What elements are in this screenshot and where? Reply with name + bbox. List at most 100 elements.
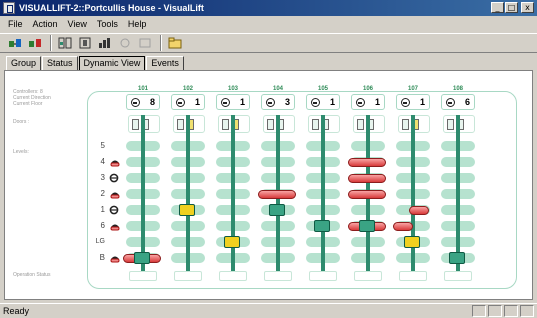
operation-status-box bbox=[399, 271, 427, 281]
car-column-106[interactable]: 106 1 bbox=[348, 71, 386, 301]
lift-car[interactable] bbox=[359, 220, 375, 232]
car-status-box[interactable]: 1 bbox=[306, 94, 340, 110]
floor-call-up-icon bbox=[109, 221, 121, 231]
status-pane bbox=[504, 305, 518, 317]
car-load: 1 bbox=[329, 97, 335, 107]
levels-label: Levels: bbox=[13, 149, 29, 155]
floor-label: 3 bbox=[100, 173, 105, 182]
direction-icon bbox=[401, 98, 410, 107]
direction-icon bbox=[221, 98, 230, 107]
tab-events[interactable]: Events bbox=[146, 56, 184, 70]
car-load: 1 bbox=[419, 97, 425, 107]
floor-label: 1 bbox=[100, 205, 105, 214]
car-call-6 bbox=[393, 222, 413, 231]
car-status-box[interactable]: 1 bbox=[351, 94, 385, 110]
operation-status-label: Operation Status bbox=[13, 272, 51, 278]
floor-label: 6 bbox=[100, 221, 105, 230]
car-status-box[interactable]: 6 bbox=[441, 94, 475, 110]
car-status-box[interactable]: 8 bbox=[126, 94, 160, 110]
lift-car[interactable] bbox=[224, 236, 240, 248]
disabled-icon bbox=[116, 35, 134, 51]
floor-label: 2 bbox=[100, 189, 105, 198]
door-icon bbox=[402, 119, 409, 130]
folder-icon[interactable] bbox=[166, 35, 184, 51]
car-column-104[interactable]: 104 3 bbox=[258, 71, 296, 301]
menu-help[interactable]: Help bbox=[123, 19, 152, 29]
direction-icon bbox=[356, 98, 365, 107]
lift-car[interactable] bbox=[314, 220, 330, 232]
door-icon bbox=[222, 119, 229, 130]
car-load: 6 bbox=[464, 97, 470, 107]
door-icon bbox=[177, 119, 184, 130]
status-panes bbox=[472, 305, 534, 317]
floor-call-up-icon bbox=[109, 189, 121, 199]
car-load: 8 bbox=[149, 97, 155, 107]
car-status-box[interactable]: 1 bbox=[171, 94, 205, 110]
minimize-button[interactable]: _ bbox=[491, 2, 504, 13]
car-column-103[interactable]: 103 1 bbox=[215, 71, 251, 301]
door-icon bbox=[267, 119, 274, 130]
title-bar: VISUALLIFT-2::Portcullis House - VisualL… bbox=[0, 0, 537, 16]
car-column-105[interactable]: 105 1 bbox=[305, 71, 341, 301]
lift-shaft bbox=[456, 115, 460, 271]
lift-car[interactable] bbox=[404, 236, 420, 248]
toolbar-separator bbox=[50, 35, 52, 51]
car-status-box[interactable]: 3 bbox=[261, 94, 295, 110]
blank-icon bbox=[136, 35, 154, 51]
current-floor-label: Current Floor bbox=[13, 101, 43, 107]
maximize-button[interactable]: □ bbox=[505, 2, 518, 13]
lift-car[interactable] bbox=[179, 204, 195, 216]
toolbar-separator bbox=[160, 35, 162, 51]
car-status-box[interactable]: 1 bbox=[396, 94, 430, 110]
floor-label: LG bbox=[95, 238, 105, 245]
car-number: 104 bbox=[272, 86, 283, 92]
lift-car[interactable] bbox=[449, 252, 465, 264]
direction-icon bbox=[446, 98, 455, 107]
tab-dynamic-view[interactable]: Dynamic View bbox=[78, 56, 146, 71]
connect-icon[interactable] bbox=[6, 35, 24, 51]
car-number: 101 bbox=[137, 86, 148, 92]
menu-file[interactable]: File bbox=[3, 19, 28, 29]
dynamic-view-panel: Controllers: 8 Current Direction Current… bbox=[4, 70, 533, 300]
lift-car[interactable] bbox=[269, 204, 285, 216]
status-text: Ready bbox=[3, 306, 30, 316]
floor-direction-icon bbox=[109, 205, 121, 215]
status-pane bbox=[472, 305, 486, 317]
floor-direction-icon bbox=[109, 173, 121, 183]
direction-icon bbox=[266, 98, 275, 107]
toolbar bbox=[0, 33, 537, 53]
car-column-101[interactable]: 101 8 bbox=[123, 71, 161, 301]
direction-icon bbox=[176, 98, 185, 107]
car-status-box[interactable]: 1 bbox=[216, 94, 250, 110]
lift-icon[interactable] bbox=[76, 35, 94, 51]
lift-shaft bbox=[186, 115, 190, 271]
menu-action[interactable]: Action bbox=[28, 19, 63, 29]
operation-status-box bbox=[174, 271, 202, 281]
group-icon[interactable] bbox=[56, 35, 74, 51]
floor-call-up-icon bbox=[109, 253, 121, 263]
tab-status[interactable]: Status bbox=[42, 56, 78, 70]
menu-tools[interactable]: Tools bbox=[92, 19, 123, 29]
car-column-102[interactable]: 102 1 bbox=[170, 71, 206, 301]
operation-status-box bbox=[444, 271, 472, 281]
operation-status-box bbox=[219, 271, 247, 281]
tab-group[interactable]: Group bbox=[6, 56, 42, 70]
lift-car[interactable] bbox=[134, 252, 150, 264]
lift-stats-icon[interactable] bbox=[96, 35, 114, 51]
door-icon bbox=[312, 119, 319, 130]
close-button[interactable]: x bbox=[521, 2, 534, 13]
car-column-108[interactable]: 108 6 bbox=[440, 71, 476, 301]
window-title: VISUALLIFT-2::Portcullis House - VisualL… bbox=[19, 3, 204, 13]
door-icon bbox=[447, 119, 454, 130]
status-bar: Ready bbox=[0, 303, 537, 318]
disconnect-icon[interactable] bbox=[26, 35, 44, 51]
car-call-2 bbox=[258, 190, 296, 199]
floor-label: 4 bbox=[100, 157, 105, 166]
floor-label: B bbox=[99, 253, 105, 262]
app-icon[interactable] bbox=[3, 2, 15, 14]
status-pane bbox=[520, 305, 534, 317]
car-load: 1 bbox=[194, 97, 200, 107]
menu-view[interactable]: View bbox=[63, 19, 92, 29]
car-column-107[interactable]: 107 1 bbox=[393, 71, 431, 301]
door-icon bbox=[132, 119, 139, 130]
